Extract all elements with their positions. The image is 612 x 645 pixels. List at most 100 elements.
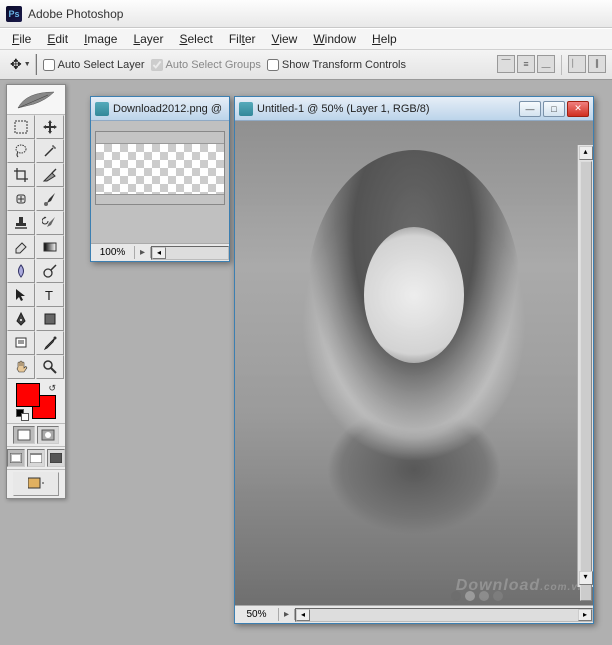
auto-select-groups-label: Auto Select Groups — [166, 59, 261, 71]
app-title: Adobe Photoshop — [28, 7, 123, 21]
menu-image[interactable]: Image — [76, 30, 125, 48]
auto-select-layer-checkbox[interactable]: Auto Select Layer — [43, 59, 145, 71]
shape-tool[interactable] — [36, 307, 64, 331]
align-left-button[interactable]: ⎸ — [568, 55, 586, 73]
doc1-hscrollbar[interactable]: ◂ — [151, 246, 229, 260]
menu-file[interactable]: File — [4, 30, 39, 48]
doc1-status-menu[interactable]: ▸ — [135, 247, 151, 258]
align-hcenter-button[interactable]: ∥ — [588, 55, 606, 73]
foreground-color-swatch[interactable] — [16, 383, 40, 407]
menu-window[interactable]: Window — [305, 30, 364, 48]
history-brush-tool[interactable] — [36, 211, 64, 235]
quickmask-mode-button[interactable] — [37, 426, 59, 444]
heal-tool[interactable] — [7, 187, 35, 211]
doc1-canvas-margin-top — [96, 132, 224, 144]
doc1-canvas[interactable] — [91, 121, 229, 243]
maximize-button[interactable]: □ — [543, 101, 565, 117]
chevron-down-icon: ▼ — [24, 61, 31, 68]
screen-full-button[interactable] — [47, 449, 65, 467]
svg-text:T: T — [45, 288, 53, 303]
toolbox-header[interactable] — [7, 85, 65, 115]
menu-view[interactable]: View — [264, 30, 306, 48]
dodge-tool[interactable] — [36, 259, 64, 283]
current-tool-indicator[interactable]: ✥ ▼ — [6, 54, 37, 75]
align-top-button[interactable]: ⎺ — [497, 55, 515, 73]
marquee-tool[interactable] — [7, 115, 35, 139]
path-select-tool[interactable] — [7, 283, 35, 307]
crop-tool[interactable] — [7, 163, 35, 187]
menu-layer[interactable]: Layer — [125, 30, 171, 48]
window-buttons: ― □ ✕ — [519, 101, 589, 117]
window-menubar-icon — [30, 453, 42, 463]
move-tool[interactable] — [36, 115, 64, 139]
maximize-icon: □ — [551, 104, 556, 114]
window-icon — [10, 453, 22, 463]
slice-tool[interactable] — [36, 163, 64, 187]
scroll-left-icon[interactable]: ◂ — [152, 247, 166, 259]
doc2-zoom-field[interactable]: 50% — [235, 608, 279, 621]
tool-grid: T — [7, 115, 65, 379]
toolbox-panel[interactable]: T ↺ — [6, 84, 66, 499]
gradient-tool[interactable] — [36, 235, 64, 259]
screen-full-menu-button[interactable] — [27, 449, 45, 467]
zoom-tool[interactable] — [36, 355, 64, 379]
document-icon — [95, 102, 109, 116]
auto-select-layer-label: Auto Select Layer — [58, 59, 145, 71]
align-bottom-button[interactable]: ⎽ — [537, 55, 555, 73]
auto-select-layer-input[interactable] — [43, 59, 55, 71]
doc1-zoom-field[interactable]: 100% — [91, 246, 135, 259]
doc2-statusbar: 50% ▸ ◂ ▸ — [235, 605, 593, 623]
screen-standard-button[interactable] — [7, 449, 25, 467]
wand-tool[interactable] — [36, 139, 64, 163]
pen-tool[interactable] — [7, 307, 35, 331]
document-window-1[interactable]: Download2012.png @ 100% ▸ ◂ — [90, 96, 230, 262]
scroll-up-icon[interactable]: ▴ — [579, 146, 593, 160]
close-icon: ✕ — [574, 103, 582, 114]
menu-edit[interactable]: Edit — [39, 30, 76, 48]
feather-icon — [16, 90, 56, 110]
show-transform-input[interactable] — [267, 59, 279, 71]
hand-tool[interactable] — [7, 355, 35, 379]
jump-row — [7, 469, 65, 498]
menu-help[interactable]: Help — [364, 30, 405, 48]
vscroll-thumb[interactable] — [580, 161, 592, 601]
doc2-hscrollbar[interactable]: ◂ ▸ — [295, 608, 593, 622]
standard-mode-button[interactable] — [13, 426, 35, 444]
doc2-canvas[interactable]: Download.com.vn ▴ ▾ — [235, 121, 593, 605]
align-buttons-group: ⎺ ≡ ⎽ ⎸ ∥ — [497, 55, 606, 75]
minimize-icon: ― — [526, 104, 535, 114]
doc1-statusbar: 100% ▸ ◂ — [91, 243, 229, 261]
blur-tool[interactable] — [7, 259, 35, 283]
quickmask-row — [7, 423, 65, 446]
notes-tool[interactable] — [7, 331, 35, 355]
rectangle-icon — [17, 429, 31, 441]
stamp-tool[interactable] — [7, 211, 35, 235]
default-colors-icon[interactable] — [16, 409, 26, 419]
show-transform-checkbox[interactable]: Show Transform Controls — [267, 59, 406, 71]
lasso-tool[interactable] — [7, 139, 35, 163]
type-tool[interactable]: T — [36, 283, 64, 307]
brush-tool[interactable] — [36, 187, 64, 211]
jump-to-imageready-button[interactable] — [13, 472, 59, 496]
scroll-down-icon[interactable]: ▾ — [579, 571, 593, 585]
menu-filter[interactable]: Filter — [221, 30, 264, 48]
auto-select-groups-checkbox[interactable]: Auto Select Groups — [151, 59, 261, 71]
fullscreen-icon — [50, 453, 62, 463]
doc2-title: Untitled-1 @ 50% (Layer 1, RGB/8) — [257, 103, 515, 115]
close-button[interactable]: ✕ — [567, 101, 589, 117]
doc1-titlebar[interactable]: Download2012.png @ — [91, 97, 229, 121]
doc2-vscrollbar[interactable]: ▴ ▾ — [577, 145, 593, 587]
document-window-2[interactable]: Untitled-1 @ 50% (Layer 1, RGB/8) ― □ ✕ … — [234, 96, 594, 624]
eyedropper-tool[interactable] — [36, 331, 64, 355]
scroll-right-icon[interactable]: ▸ — [578, 609, 592, 621]
doc2-status-menu[interactable]: ▸ — [279, 609, 295, 620]
doc2-titlebar[interactable]: Untitled-1 @ 50% (Layer 1, RGB/8) ― □ ✕ — [235, 97, 593, 121]
swap-colors-icon[interactable]: ↺ — [48, 383, 56, 394]
align-vcenter-button[interactable]: ≡ — [517, 55, 535, 73]
eraser-tool[interactable] — [7, 235, 35, 259]
menu-select[interactable]: Select — [171, 30, 220, 48]
quickmask-icon — [41, 429, 55, 441]
scroll-left-icon[interactable]: ◂ — [296, 609, 310, 621]
minimize-button[interactable]: ― — [519, 101, 541, 117]
show-transform-label: Show Transform Controls — [282, 59, 406, 71]
